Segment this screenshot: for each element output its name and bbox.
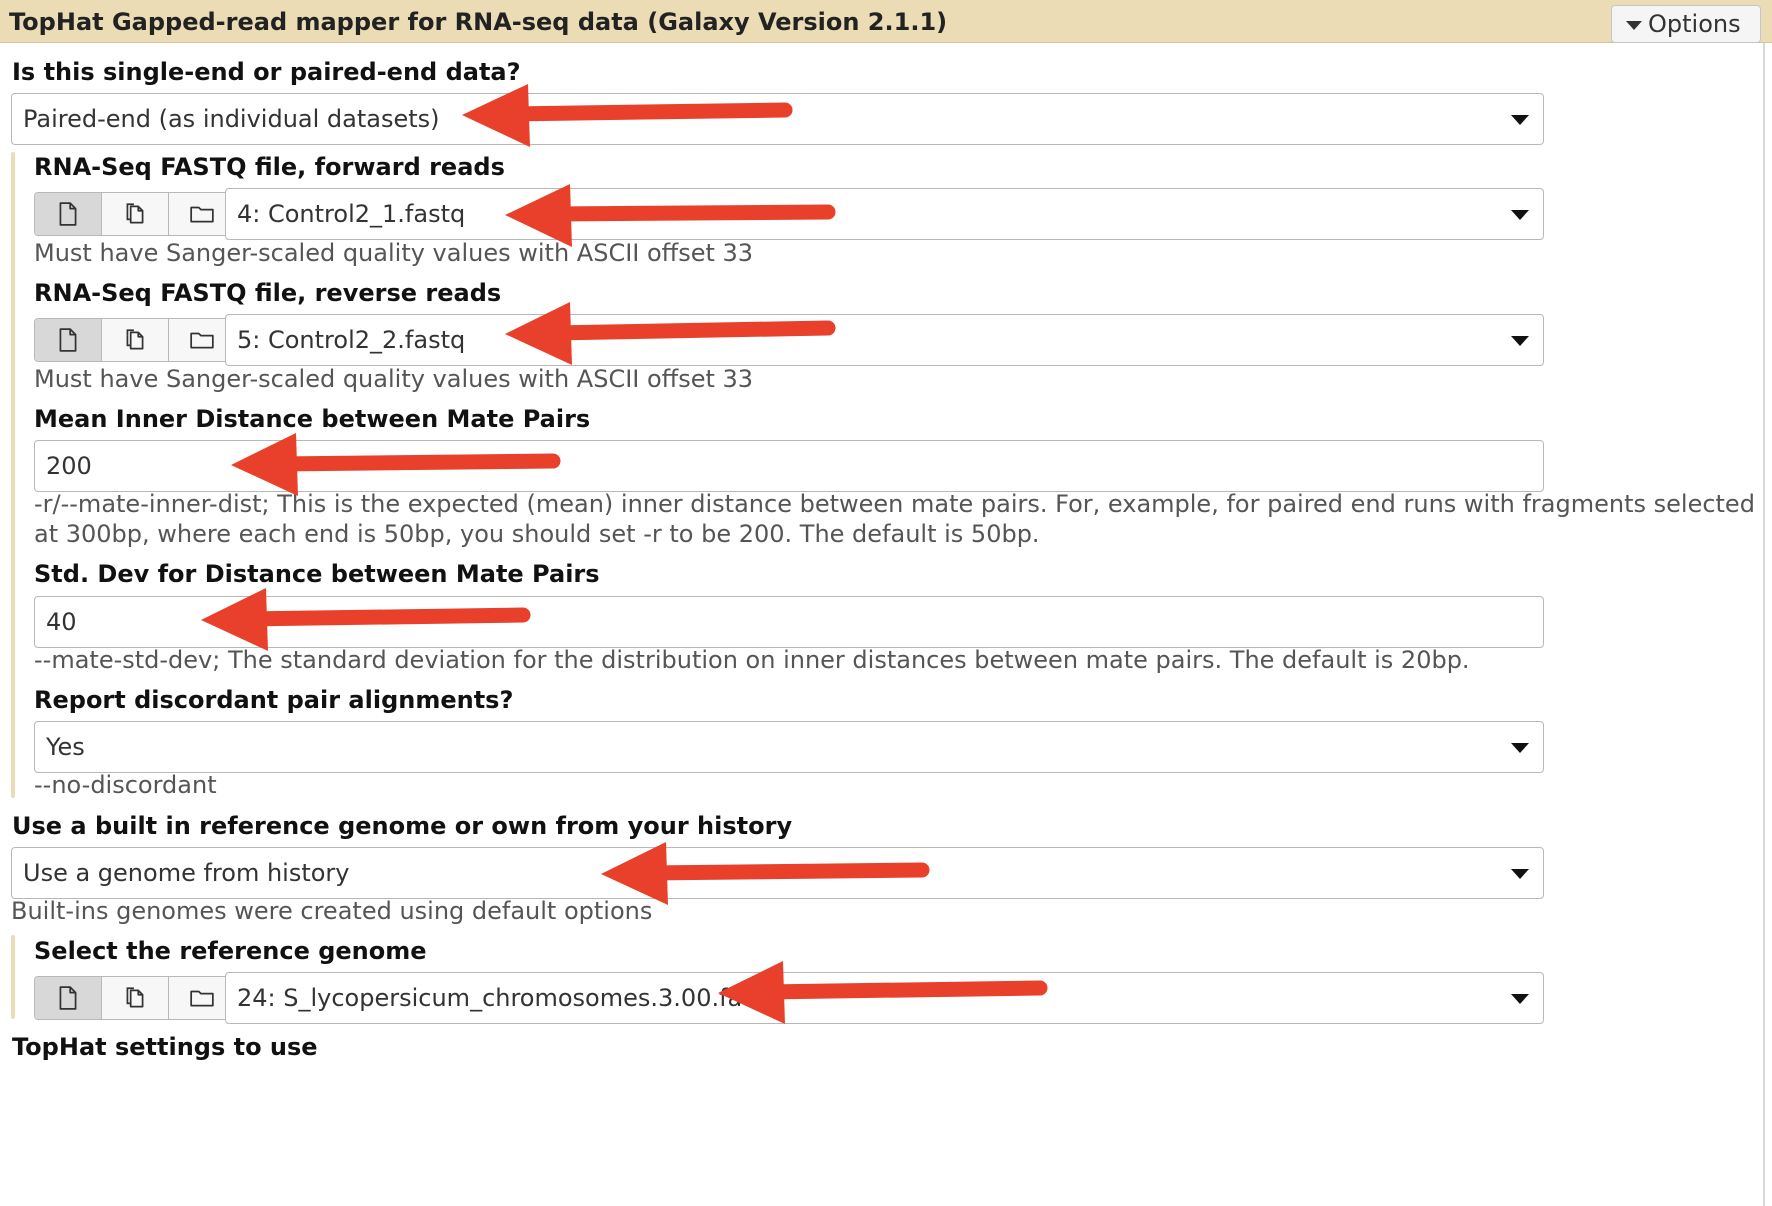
chevron-down-icon [1511, 115, 1529, 125]
discordant-help: --no-discordant [34, 771, 217, 799]
multiple-datasets-icon [122, 985, 148, 1011]
multiple-datasets-button[interactable] [102, 193, 169, 235]
multiple-datasets-icon [122, 201, 148, 227]
mean-inner-distance-value: 200 [46, 452, 92, 480]
chevron-down-icon [1511, 336, 1529, 346]
single-dataset-button[interactable] [35, 319, 102, 361]
panel-border [1763, 43, 1765, 1206]
single-dataset-icon [55, 985, 81, 1011]
tool-title: TopHat Gapped-read mapper for RNA-seq da… [9, 8, 948, 36]
multiple-datasets-icon [122, 327, 148, 353]
reference-source-value: Use a genome from history [23, 859, 350, 887]
reverse-dataset-buttons [34, 318, 236, 362]
mean-inner-distance-input[interactable]: 200 [34, 440, 1544, 492]
single-dataset-button[interactable] [35, 193, 102, 235]
forward-reads-select[interactable]: 4: Control2_1.fastq [225, 188, 1544, 240]
genome-dataset-buttons [34, 976, 236, 1020]
std-dev-help: --mate-std-dev; The standard deviation f… [34, 646, 1470, 674]
genome-section-bar [11, 935, 15, 1019]
chevron-down-icon [1511, 869, 1529, 879]
forward-dataset-buttons [34, 192, 236, 236]
forward-reads-label: RNA-Seq FASTQ file, forward reads [34, 153, 505, 181]
mean-inner-distance-label: Mean Inner Distance between Mate Pairs [34, 405, 591, 433]
chevron-down-icon [1511, 743, 1529, 753]
std-dev-value: 40 [46, 608, 77, 636]
discordant-select[interactable]: Yes [34, 721, 1544, 773]
options-button[interactable]: Options [1611, 5, 1761, 43]
pairing-value: Paired-end (as individual datasets) [23, 105, 440, 133]
std-dev-label: Std. Dev for Distance between Mate Pairs [34, 560, 600, 588]
pairing-label: Is this single-end or paired-end data? [12, 58, 521, 86]
single-dataset-icon [55, 327, 81, 353]
reference-source-select[interactable]: Use a genome from history [11, 847, 1544, 899]
dataset-collection-icon [189, 201, 215, 227]
reference-genome-label: Select the reference genome [34, 937, 427, 965]
multiple-datasets-button[interactable] [102, 977, 169, 1019]
reverse-reads-help: Must have Sanger-scaled quality values w… [34, 365, 754, 393]
mean-inner-distance-help-2: at 300bp, where each end is 50bp, you sh… [34, 520, 1040, 548]
reverse-reads-value: 5: Control2_2.fastq [237, 326, 466, 354]
single-dataset-icon [55, 201, 81, 227]
paired-section-bar [11, 152, 15, 798]
tophat-settings-label: TopHat settings to use [12, 1033, 318, 1061]
chevron-down-icon [1511, 210, 1529, 220]
reference-genome-select[interactable]: 24: S_lycopersicum_chromosomes.3.00.fa [225, 972, 1544, 1024]
mean-inner-distance-help-1: -r/--mate-inner-dist; This is the expect… [34, 490, 1755, 518]
forward-reads-help: Must have Sanger-scaled quality values w… [34, 239, 754, 267]
multiple-datasets-button[interactable] [102, 319, 169, 361]
discordant-value: Yes [46, 733, 85, 761]
reference-source-label: Use a built in reference genome or own f… [12, 812, 793, 840]
single-dataset-button[interactable] [35, 977, 102, 1019]
dataset-collection-icon [189, 985, 215, 1011]
reverse-reads-select[interactable]: 5: Control2_2.fastq [225, 314, 1544, 366]
pairing-select[interactable]: Paired-end (as individual datasets) [11, 93, 1544, 145]
forward-reads-value: 4: Control2_1.fastq [237, 200, 466, 228]
reference-genome-value: 24: S_lycopersicum_chromosomes.3.00.fa [237, 984, 743, 1012]
chevron-down-icon [1511, 994, 1529, 1004]
std-dev-input[interactable]: 40 [34, 596, 1544, 648]
options-label: Options [1648, 10, 1741, 38]
dataset-collection-icon [189, 327, 215, 353]
reference-source-help: Built-ins genomes were created using def… [11, 897, 653, 925]
caret-down-icon [1626, 21, 1642, 30]
tool-header: TopHat Gapped-read mapper for RNA-seq da… [0, 0, 1772, 43]
discordant-label: Report discordant pair alignments? [34, 686, 514, 714]
reverse-reads-label: RNA-Seq FASTQ file, reverse reads [34, 279, 502, 307]
